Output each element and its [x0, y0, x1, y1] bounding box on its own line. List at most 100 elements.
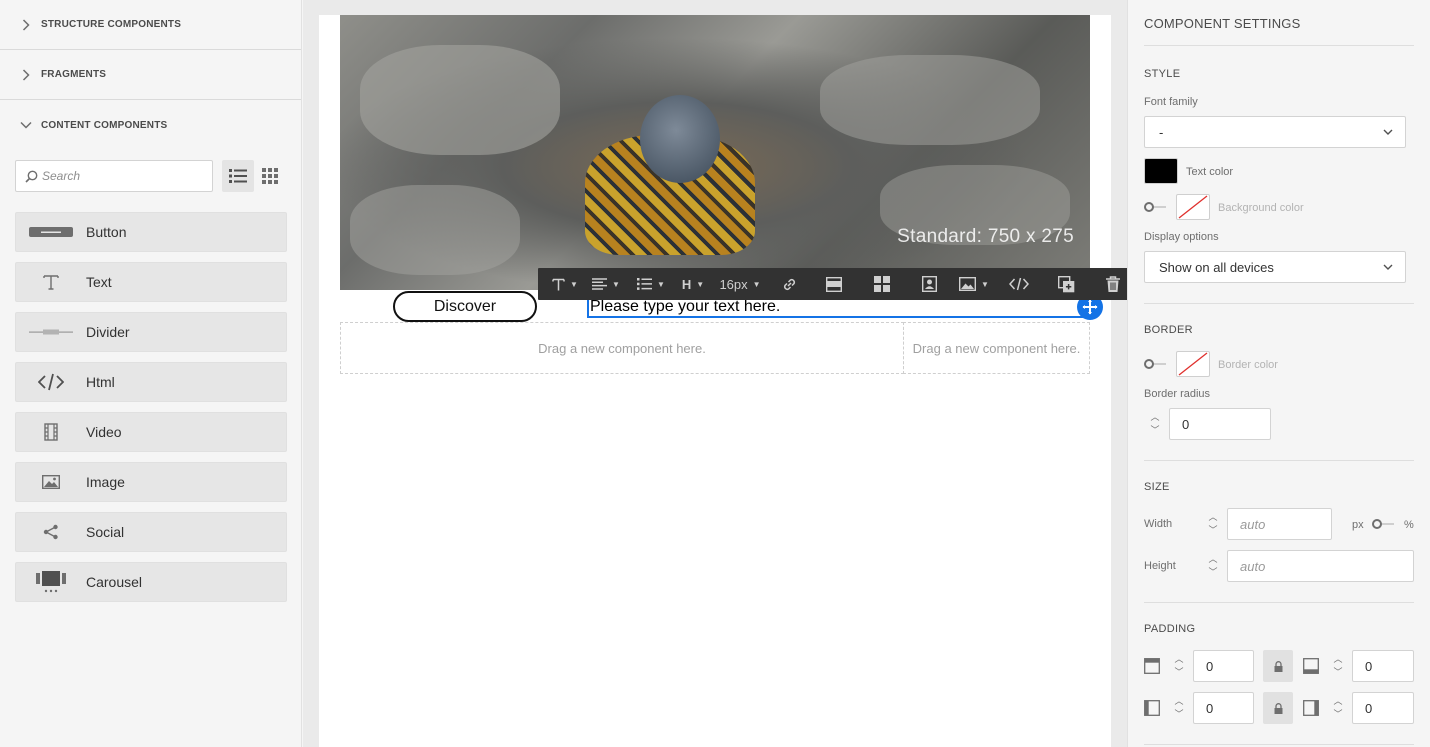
component-button[interactable]: Button [15, 212, 287, 252]
border-radius-stepper[interactable]: ︿ ﹀ [1144, 408, 1166, 440]
heading-dropdown[interactable]: H ▼ [674, 268, 712, 300]
grid-view-button[interactable] [254, 160, 286, 192]
code-icon [1009, 277, 1029, 291]
list-dropdown[interactable]: ▼ [628, 268, 674, 300]
section-structure-components[interactable]: STRUCTURE COMPONENTS [0, 0, 301, 50]
heading-icon: H [681, 276, 692, 292]
image-icon [16, 475, 86, 489]
duplicate-icon [1057, 275, 1074, 292]
component-image[interactable]: Image [15, 462, 287, 502]
width-input[interactable]: auto [1227, 508, 1332, 540]
carousel-icon [16, 571, 86, 593]
lock-icon [1274, 702, 1282, 714]
size-heading: SIZE [1144, 481, 1170, 493]
padding-right-input[interactable]: 0 [1352, 692, 1414, 724]
grid-view-icon [262, 168, 278, 184]
chevron-down-icon: ▼ [657, 279, 665, 289]
drop-zone-right[interactable]: Drag a new component here. [903, 322, 1090, 374]
hero-image[interactable]: Standard: 750 x 275 [340, 15, 1090, 290]
component-label: Text [86, 274, 112, 290]
share-icon [16, 524, 86, 540]
component-video[interactable]: Video [15, 412, 287, 452]
person-hat [640, 95, 720, 183]
padding-top-input[interactable]: 0 [1193, 650, 1254, 682]
padding-bottom-input[interactable]: 0 [1352, 650, 1414, 682]
divider-icon [16, 328, 86, 336]
chevron-down-icon: ▼ [752, 279, 761, 289]
component-social[interactable]: Social [15, 512, 287, 552]
font-size-value: 16px [719, 276, 748, 292]
drop-zone-left[interactable]: Drag a new component here. [340, 322, 904, 374]
discover-button[interactable]: Discover [393, 291, 537, 322]
unit-toggle[interactable] [1372, 519, 1396, 529]
editor-canvas: Standard: 750 x 275 Discover Please type… [303, 0, 1174, 747]
layout-grid-icon [874, 276, 890, 292]
padding-bottom-icon [1303, 658, 1319, 674]
padding-left-icon [1144, 700, 1160, 716]
divider [1144, 45, 1414, 46]
components-panel: STRUCTURE COMPONENTS FRAGMENTS CONTENT C… [0, 0, 302, 747]
no-color-icon [1178, 195, 1208, 219]
padding-left-stepper[interactable]: ︿ ﹀ [1168, 692, 1190, 724]
component-text[interactable]: Text [15, 262, 287, 302]
email-page: Standard: 750 x 275 Discover Please type… [319, 15, 1174, 747]
section-label: STRUCTURE COMPONENTS [41, 19, 182, 30]
padding-left-input[interactable]: 0 [1193, 692, 1254, 724]
chevron-down-icon: ▼ [981, 279, 989, 289]
component-divider[interactable]: Divider [15, 312, 287, 352]
section-fragments[interactable]: FRAGMENTS [0, 50, 301, 100]
border-radius-input[interactable]: 0 [1169, 408, 1271, 440]
display-options-select[interactable]: Show on all devices [1144, 251, 1406, 283]
font-style-dropdown[interactable]: ▼ [546, 268, 584, 300]
component-label: Divider [86, 324, 130, 340]
width-stepper[interactable]: ︿ ﹀ [1202, 508, 1224, 540]
chevron-right-icon [18, 18, 34, 31]
style-heading: STYLE [1144, 68, 1181, 80]
font-family-select[interactable]: - [1144, 116, 1406, 148]
structure-button[interactable] [810, 268, 858, 300]
font-size-dropdown[interactable]: 16px ▼ [712, 268, 768, 300]
link-button[interactable] [768, 268, 810, 300]
image-insert-dropdown[interactable]: ▼ [952, 268, 996, 300]
padding-horizontal-lock[interactable] [1263, 692, 1293, 724]
background-color-swatch[interactable] [1176, 194, 1210, 220]
search-icon [25, 170, 38, 183]
border-color-swatch[interactable] [1176, 351, 1210, 377]
text-format-toolbar: ▼ ▼ ▼ H ▼ 16px ▼ ▼ [538, 268, 1174, 300]
section-content-components[interactable]: CONTENT COMPONENTS [0, 100, 301, 150]
component-html[interactable]: Html [15, 362, 287, 402]
padding-bottom-stepper[interactable]: ︿ ﹀ [1327, 650, 1349, 682]
align-dropdown[interactable]: ▼ [584, 268, 628, 300]
layout-rows-icon [826, 276, 842, 292]
padding-vertical-lock[interactable] [1263, 650, 1293, 682]
search-input[interactable]: Search [15, 160, 213, 192]
source-code-button[interactable] [996, 268, 1042, 300]
background-color-toggle[interactable] [1144, 202, 1168, 212]
border-heading: BORDER [1144, 324, 1193, 336]
bullet-list-icon [637, 278, 653, 290]
person-card-icon [921, 276, 937, 292]
border-radius-value: 0 [1182, 416, 1190, 432]
display-options-label: Display options [1144, 231, 1219, 243]
list-view-button[interactable] [222, 160, 254, 192]
personalization-button[interactable] [906, 268, 952, 300]
film-icon [16, 423, 86, 441]
component-label: Button [86, 224, 127, 240]
component-label: Image [86, 474, 125, 490]
text-color-swatch[interactable] [1144, 158, 1178, 184]
duplicate-button[interactable] [1042, 268, 1090, 300]
width-placeholder: auto [1240, 516, 1266, 532]
border-color-toggle[interactable] [1144, 359, 1168, 369]
border-radius-label: Border radius [1144, 388, 1211, 400]
component-carousel[interactable]: Carousel [15, 562, 287, 602]
padding-top-stepper[interactable]: ︿ ﹀ [1168, 650, 1190, 682]
drop-zone-text: Drag a new component here. [912, 340, 1081, 356]
height-stepper[interactable]: ︿ ﹀ [1202, 550, 1224, 582]
settings-panel: COMPONENT SETTINGS STYLE Font family - T… [1127, 0, 1430, 747]
divider [1144, 602, 1414, 603]
chevron-down-icon [1383, 264, 1393, 270]
height-input[interactable]: auto [1227, 550, 1414, 582]
fragment-button[interactable] [858, 268, 906, 300]
font-family-value: - [1159, 124, 1164, 140]
padding-right-stepper[interactable]: ︿ ﹀ [1327, 692, 1349, 724]
